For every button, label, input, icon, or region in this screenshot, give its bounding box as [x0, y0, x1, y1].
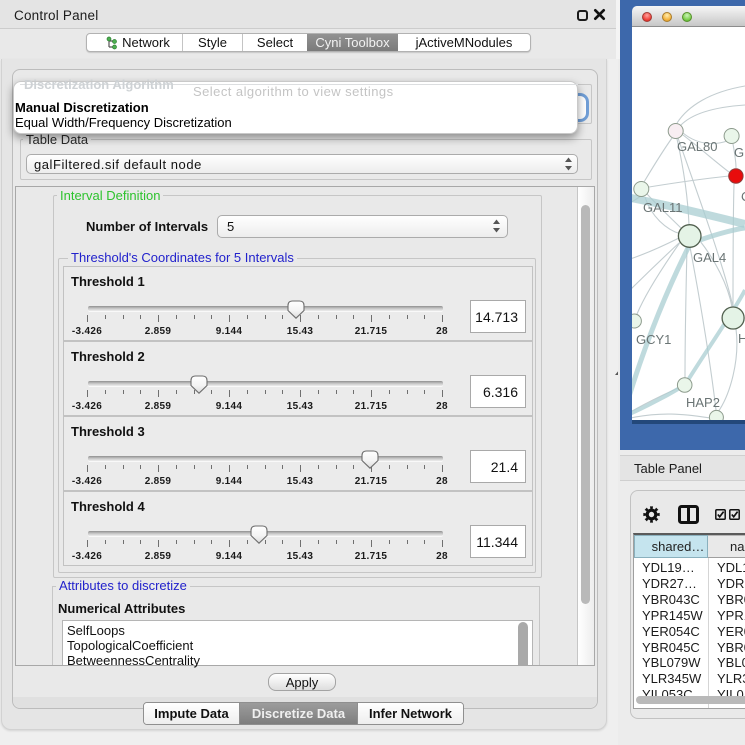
svg-text:GAL4: GAL4: [693, 250, 726, 265]
svg-text:GCY1: GCY1: [636, 332, 671, 347]
svg-text:GAL80: GAL80: [677, 139, 717, 154]
svg-text:C: C: [741, 189, 745, 204]
svg-text:HAP2: HAP2: [686, 395, 720, 410]
svg-text:H: H: [738, 331, 745, 346]
svg-text:GAL11: GAL11: [643, 200, 683, 215]
svg-text:G.: G.: [734, 145, 745, 160]
